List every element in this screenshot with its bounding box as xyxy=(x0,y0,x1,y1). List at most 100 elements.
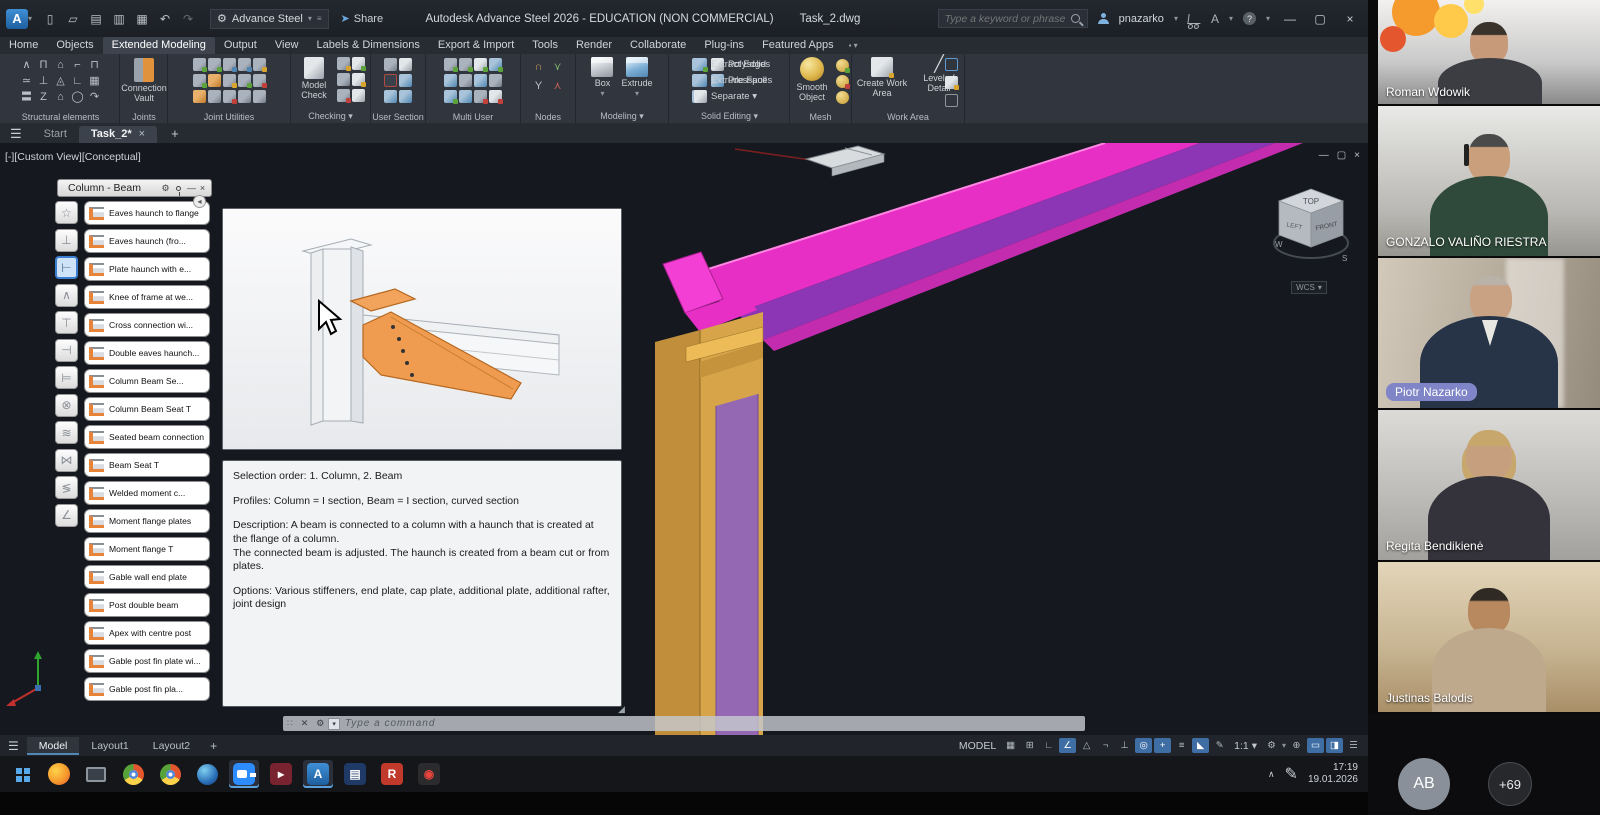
palette-settings-gear-icon[interactable]: ⚙ xyxy=(159,183,172,194)
layout-menu-icon[interactable]: ☰ xyxy=(8,739,19,753)
joint-item[interactable]: Knee of frame at we... xyxy=(84,285,210,309)
tool-icon[interactable] xyxy=(836,75,849,88)
tool-icon[interactable] xyxy=(444,74,457,87)
joint-item[interactable]: Plate haunch with e... xyxy=(84,257,210,281)
category-icon[interactable]: ⊗ xyxy=(55,394,78,417)
palette-minimize-icon[interactable]: — xyxy=(185,183,198,193)
tool-icon[interactable] xyxy=(459,58,472,71)
category-icon[interactable]: ⊥ xyxy=(55,229,78,252)
tool-icon[interactable] xyxy=(337,73,350,86)
category-icon[interactable]: ⊤ xyxy=(55,311,78,334)
isodraft-icon[interactable]: △ xyxy=(1078,738,1095,753)
media-app-icon[interactable]: ▸ xyxy=(266,760,296,788)
joint-item[interactable]: Apex with centre post xyxy=(84,621,210,645)
tool-icon[interactable] xyxy=(399,74,412,87)
tool-icon[interactable]: Π xyxy=(36,58,51,73)
viewport-controls-label[interactable]: [-][Custom View][Conceptual] xyxy=(5,151,141,163)
joint-item[interactable]: Gable wall end plate xyxy=(84,565,210,589)
undo-icon[interactable]: ↶ xyxy=(157,12,173,26)
category-icon[interactable]: ∧ xyxy=(55,284,78,307)
tool-icon[interactable] xyxy=(945,94,958,107)
tool-icon[interactable]: Z xyxy=(36,90,51,105)
close-tab-icon[interactable]: × xyxy=(139,128,145,140)
separate-button[interactable]: Separate ▾ xyxy=(694,90,772,103)
extrude-button[interactable]: Extrude ▾ xyxy=(621,57,652,99)
tool-icon[interactable] xyxy=(489,58,502,71)
command-drag-grip[interactable]: ∷ xyxy=(283,718,297,729)
tool-icon[interactable] xyxy=(208,58,221,71)
isolate-objects-icon[interactable]: ▭ xyxy=(1307,738,1324,753)
transparency-icon[interactable]: ◣ xyxy=(1192,738,1209,753)
tool-icon[interactable] xyxy=(474,74,487,87)
joint-item[interactable]: Post double beam xyxy=(84,593,210,617)
close-button[interactable]: × xyxy=(1340,12,1360,26)
tab-collaborate[interactable]: Collaborate xyxy=(621,37,695,54)
search-input[interactable] xyxy=(943,12,1071,26)
smooth-object-button[interactable]: Smooth Object xyxy=(792,57,832,104)
tool-icon[interactable] xyxy=(459,74,472,87)
tool-icon[interactable] xyxy=(945,58,958,71)
palette-pin-icon[interactable] xyxy=(176,186,181,191)
tab-objects[interactable]: Objects xyxy=(47,37,102,54)
file-tab-start[interactable]: Start xyxy=(32,126,79,143)
palette-header[interactable]: Column - Beam ⚙ — × xyxy=(57,179,212,197)
user-menu-caret[interactable]: ▾ xyxy=(1174,14,1178,23)
minimize-button[interactable]: — xyxy=(1280,12,1300,26)
tool-icon[interactable]: ∩ xyxy=(531,60,546,75)
signed-in-user[interactable]: pnazarko xyxy=(1119,13,1164,25)
tool-icon[interactable] xyxy=(399,90,412,103)
help-icon[interactable]: ? xyxy=(1243,12,1256,25)
tool-icon[interactable] xyxy=(238,58,251,71)
annotation-icon[interactable]: ✎ xyxy=(1211,738,1228,753)
object-snap-icon[interactable]: ⊥ xyxy=(1116,738,1133,753)
tray-expand-icon[interactable]: ∧ xyxy=(1268,769,1275,780)
autodesk-app-icon[interactable]: A xyxy=(1211,12,1219,26)
tool-icon[interactable] xyxy=(337,57,350,70)
tool-icon[interactable] xyxy=(399,58,412,71)
tool-icon[interactable] xyxy=(238,90,251,103)
category-icon[interactable]: ∠ xyxy=(55,504,78,527)
command-close-icon[interactable]: ✕ xyxy=(297,718,313,729)
joint-item[interactable]: Cross connection wi... xyxy=(84,313,210,337)
pen-input-icon[interactable]: ✎ xyxy=(1285,764,1298,784)
zoom-icon[interactable] xyxy=(229,760,259,788)
tool-icon[interactable]: ⋏ xyxy=(550,79,565,94)
tool-icon[interactable]: ⋎ xyxy=(550,60,565,75)
tab-featured-apps[interactable]: Featured Apps xyxy=(753,37,843,54)
viewcube[interactable]: TOP LEFT FRONT W S xyxy=(1272,183,1350,279)
restore-button[interactable]: ▢ xyxy=(1310,12,1330,26)
wcs-dropdown[interactable]: WCS ▾ xyxy=(1291,281,1327,294)
search-icon[interactable] xyxy=(1071,14,1080,23)
tool-icon[interactable] xyxy=(253,74,266,87)
tool-icon[interactable] xyxy=(384,58,397,71)
tool-icon[interactable] xyxy=(223,74,236,87)
tool-icon[interactable] xyxy=(193,90,206,103)
help-search[interactable] xyxy=(938,9,1088,28)
tab-output[interactable]: Output xyxy=(215,37,266,54)
autodesk-app-caret[interactable]: ▾ xyxy=(1229,14,1233,23)
plot-icon[interactable]: ▦ xyxy=(134,12,150,26)
tool-icon[interactable] xyxy=(444,90,457,103)
save-as-icon[interactable]: ▥ xyxy=(111,12,127,26)
tool-icon[interactable]: ⊓ xyxy=(87,58,102,73)
settings-gear-icon[interactable]: ⚙ xyxy=(1263,738,1280,753)
tool-icon[interactable] xyxy=(208,74,221,87)
office-app-icon[interactable]: ▤ xyxy=(340,760,370,788)
tab-home[interactable]: Home xyxy=(0,37,47,54)
tool-icon[interactable]: ⊥ xyxy=(36,74,51,89)
new-drawing-icon[interactable]: ▯ xyxy=(42,12,58,26)
tab-render[interactable]: Render xyxy=(567,37,621,54)
tool-icon[interactable]: ▦ xyxy=(87,74,102,89)
tool-icon[interactable]: ◬ xyxy=(53,74,68,89)
tool-icon[interactable] xyxy=(253,90,266,103)
tab-export-import[interactable]: Export & Import xyxy=(429,37,523,54)
tool-icon[interactable] xyxy=(208,90,221,103)
video-tile[interactable]: Justinas Balodis xyxy=(1378,562,1600,712)
category-icon[interactable]: ≶ xyxy=(55,476,78,499)
extract-edges-button[interactable]: Extract Edges xyxy=(694,58,772,71)
tool-icon[interactable]: ⌐ xyxy=(70,58,85,73)
taskbar-clock[interactable]: 17:19 19.01.2026 xyxy=(1308,762,1358,787)
tool-icon[interactable] xyxy=(489,90,502,103)
tool-icon[interactable] xyxy=(836,59,849,72)
dynamic-input-icon[interactable]: ¬ xyxy=(1097,738,1114,753)
